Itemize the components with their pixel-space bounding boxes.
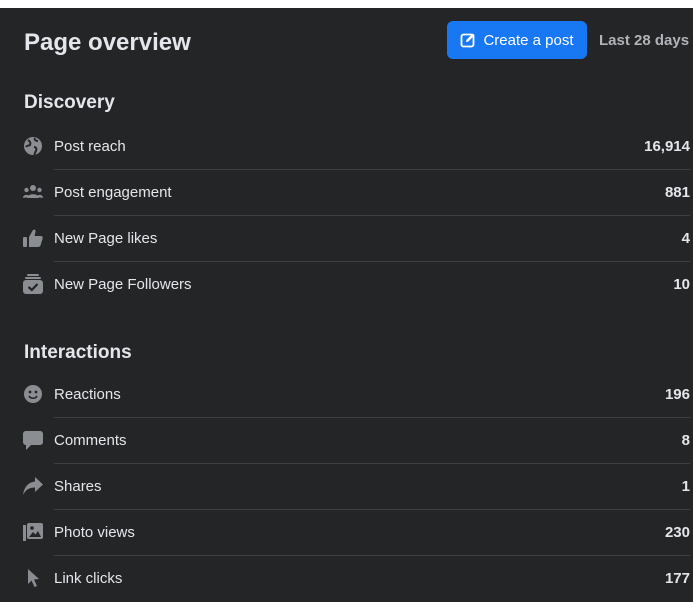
metric-label: Post engagement [54,184,172,201]
metric-value: 1 [681,478,690,495]
metric-label: Comments [54,432,127,449]
metric-label: Link clicks [54,570,123,587]
metric-value: 881 [664,184,690,201]
metric-value: 4 [681,230,690,247]
metric-value: 177 [664,570,690,587]
date-range-selector[interactable]: Last 28 days [599,32,689,49]
cursor-icon [22,567,44,589]
metric-value: 16,914 [644,138,690,155]
create-post-button[interactable]: Create a post [447,21,587,59]
metric-row-post-reach[interactable]: Post reach 16,914 [0,124,693,170]
metric-value: 196 [664,386,690,403]
smiley-icon [22,383,44,405]
metric-row-new-page-likes[interactable]: New Page likes 4 [0,216,693,262]
page-overview-panel: Page overview Create a post Last 28 days… [0,0,693,595]
metric-label: Shares [54,478,102,495]
people-icon [22,181,44,203]
top-edge [0,0,693,8]
metric-row-shares[interactable]: Shares 1 [0,464,693,510]
page-title: Page overview [24,29,191,56]
edit-icon [460,32,476,48]
metric-label: New Page Followers [54,276,192,293]
globe-icon [22,135,44,157]
metric-value: 8 [681,432,690,449]
metric-row-post-engagement[interactable]: Post engagement 881 [0,170,693,216]
metric-value: 10 [673,276,690,293]
metric-row-link-clicks[interactable]: Link clicks 177 [0,556,693,602]
metric-label: Post reach [54,138,126,155]
photo-icon [22,521,44,543]
follow-check-icon [22,273,44,295]
overview-header: Page overview Create a post Last 28 days [0,8,693,74]
metric-row-reactions[interactable]: Reactions 196 [0,372,693,418]
share-arrow-icon [22,475,44,497]
metric-row-photo-views[interactable]: Photo views 230 [0,510,693,556]
metric-label: Photo views [54,524,135,541]
section-title-interactions: Interactions [24,342,132,363]
section-title-discovery: Discovery [24,92,115,113]
metric-label: New Page likes [54,230,158,247]
create-post-label: Create a post [483,31,574,49]
metric-value: 230 [664,524,690,541]
comment-bubble-icon [22,429,44,451]
thumbs-up-icon [22,227,44,249]
metric-row-comments[interactable]: Comments 8 [0,418,693,464]
metric-label: Reactions [54,386,121,403]
metric-row-new-page-followers[interactable]: New Page Followers 10 [0,262,693,308]
